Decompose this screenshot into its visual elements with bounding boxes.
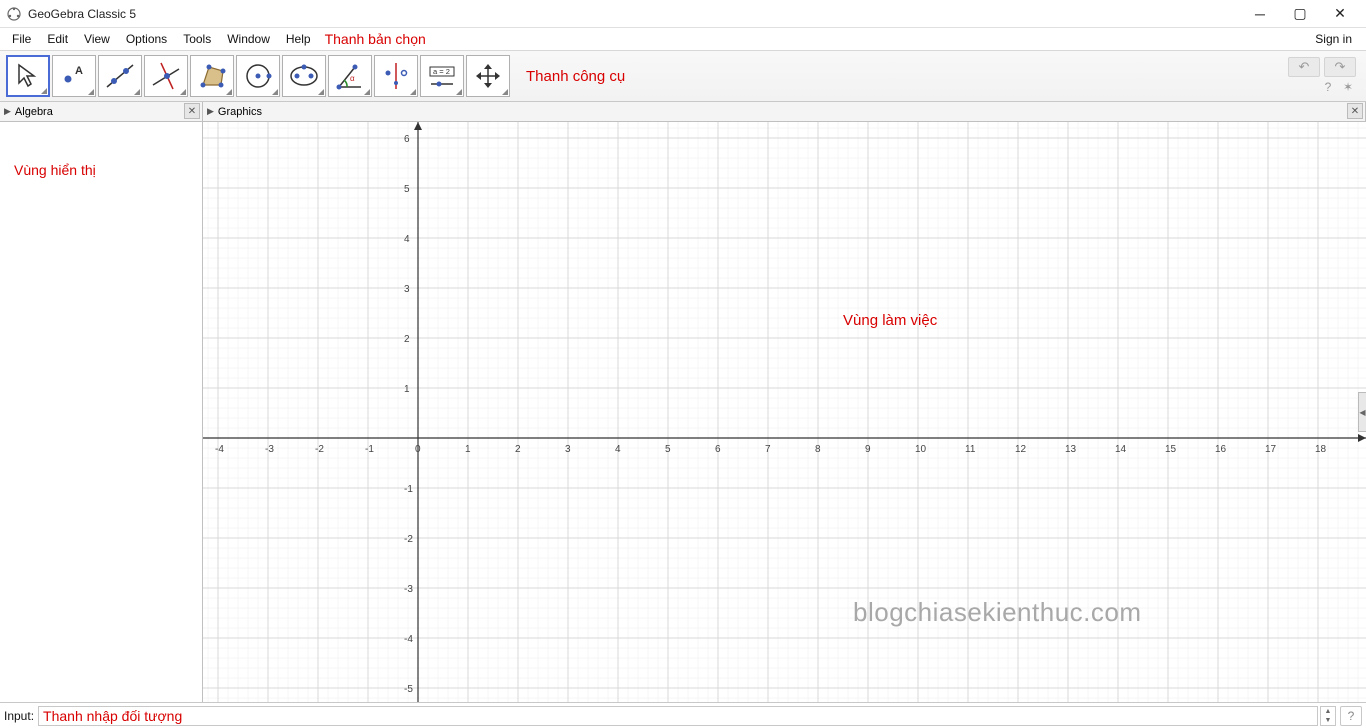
svg-text:5: 5	[665, 444, 671, 455]
svg-text:2: 2	[515, 444, 521, 455]
move-view-tool[interactable]	[466, 55, 510, 97]
point-tool[interactable]: A	[52, 55, 96, 97]
svg-text:3: 3	[404, 284, 410, 295]
menu-file[interactable]: File	[4, 30, 39, 48]
algebra-close-button[interactable]: ✕	[184, 103, 200, 119]
ellipse-tool[interactable]	[282, 55, 326, 97]
graphics-panel[interactable]: -4-3-2-10123456789101112131415161718-5-4…	[203, 122, 1366, 702]
svg-text:2: 2	[404, 334, 410, 345]
menu-edit[interactable]: Edit	[39, 30, 76, 48]
svg-text:15: 15	[1165, 444, 1177, 455]
help-icon[interactable]: ?	[1320, 79, 1336, 95]
menu-view[interactable]: View	[76, 30, 118, 48]
perpendicular-tool[interactable]	[144, 55, 188, 97]
svg-text:5: 5	[404, 184, 410, 195]
svg-text:A: A	[75, 65, 83, 77]
svg-text:0: 0	[415, 444, 421, 455]
app-icon	[6, 6, 22, 22]
svg-text:6: 6	[404, 134, 410, 145]
watermark: blogchiasekienthuc.com	[853, 597, 1142, 628]
sign-in-link[interactable]: Sign in	[1305, 30, 1362, 48]
undo-button[interactable]: ↶	[1288, 57, 1320, 77]
svg-text:-1: -1	[365, 444, 374, 455]
svg-text:14: 14	[1115, 444, 1127, 455]
polygon-tool[interactable]	[190, 55, 234, 97]
svg-text:1: 1	[465, 444, 471, 455]
menu-help[interactable]: Help	[278, 30, 319, 48]
chevron-right-icon: ▶	[4, 106, 11, 117]
menu-tools[interactable]: Tools	[175, 30, 219, 48]
close-button[interactable]: ✕	[1320, 0, 1360, 28]
svg-text:1: 1	[404, 384, 410, 395]
svg-text:7: 7	[765, 444, 771, 455]
svg-text:3: 3	[565, 444, 571, 455]
algebra-panel-header[interactable]: ▶ Algebra ✕	[0, 102, 203, 121]
svg-text:-2: -2	[404, 534, 413, 545]
svg-text:α: α	[350, 74, 355, 83]
svg-text:-4: -4	[404, 634, 413, 645]
svg-text:4: 4	[404, 234, 410, 245]
input-help-button[interactable]: ?	[1340, 706, 1362, 726]
graphics-title: Graphics	[218, 106, 262, 118]
svg-text:9: 9	[865, 444, 871, 455]
circle-tool[interactable]	[236, 55, 280, 97]
svg-text:10: 10	[915, 444, 927, 455]
svg-text:4: 4	[615, 444, 621, 455]
svg-text:8: 8	[815, 444, 821, 455]
menu-window[interactable]: Window	[219, 30, 278, 48]
side-panel-handle[interactable]: ◀	[1358, 392, 1366, 432]
workspace: Vùng hiển thị -4-3-2-1012345678910111213…	[0, 122, 1366, 702]
title-bar: GeoGebra Classic 5 ─ ▢ ✕	[0, 0, 1366, 28]
settings-icon[interactable]: ✶	[1340, 79, 1356, 95]
panels-header: ▶ Algebra ✕ ▶ Graphics ✕	[0, 102, 1366, 122]
input-label: Input:	[4, 709, 34, 723]
menu-options[interactable]: Options	[118, 30, 175, 48]
angle-tool[interactable]: α	[328, 55, 372, 97]
svg-text:13: 13	[1065, 444, 1077, 455]
algebra-panel[interactable]: Vùng hiển thị	[0, 122, 203, 702]
svg-text:-3: -3	[265, 444, 274, 455]
app-title: GeoGebra Classic 5	[28, 7, 136, 21]
chevron-right-icon: ▶	[207, 106, 214, 117]
graphics-panel-header[interactable]: ▶ Graphics ✕	[203, 102, 1366, 121]
svg-text:12: 12	[1015, 444, 1027, 455]
toolbar: A α a = 2 Thanh công cụ ↶ ↷	[0, 50, 1366, 102]
minimize-button[interactable]: ─	[1240, 0, 1280, 28]
reflect-tool[interactable]	[374, 55, 418, 97]
input-bar: Input: ▲▼ ?	[0, 702, 1366, 728]
move-tool[interactable]	[6, 55, 50, 97]
svg-text:-1: -1	[404, 484, 413, 495]
menu-bar: File Edit View Options Tools Window Help…	[0, 28, 1366, 50]
svg-text:6: 6	[715, 444, 721, 455]
coordinate-grid[interactable]: -4-3-2-10123456789101112131415161718-5-4…	[203, 122, 1366, 702]
algebra-title: Algebra	[15, 106, 53, 118]
svg-text:a = 2: a = 2	[433, 67, 450, 76]
slider-tool[interactable]: a = 2	[420, 55, 464, 97]
svg-text:18: 18	[1315, 444, 1327, 455]
svg-text:-4: -4	[215, 444, 224, 455]
toolbar-annotation: Thanh công cụ	[526, 68, 625, 85]
menu-annotation: Thanh bản chọn	[325, 31, 426, 47]
algebra-annotation: Vùng hiển thị	[14, 162, 96, 178]
input-field[interactable]	[38, 706, 1318, 726]
graphics-close-button[interactable]: ✕	[1347, 103, 1363, 119]
line-tool[interactable]	[98, 55, 142, 97]
redo-button[interactable]: ↷	[1324, 57, 1356, 77]
input-history-spinner[interactable]: ▲▼	[1320, 706, 1336, 726]
svg-text:-5: -5	[404, 684, 413, 695]
maximize-button[interactable]: ▢	[1280, 0, 1320, 28]
graphics-annotation: Vùng làm việc	[843, 312, 937, 329]
svg-text:11: 11	[965, 444, 976, 455]
svg-text:16: 16	[1215, 444, 1227, 455]
svg-text:-2: -2	[315, 444, 324, 455]
svg-text:-3: -3	[404, 584, 413, 595]
svg-text:17: 17	[1265, 444, 1277, 455]
